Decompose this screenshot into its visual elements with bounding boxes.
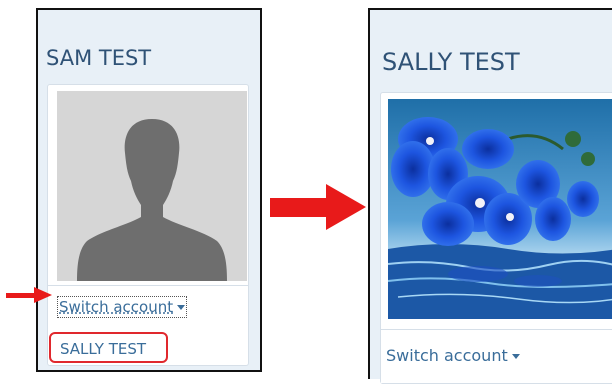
pointer-arrow-icon <box>6 287 52 303</box>
right-user-name: SALLY TEST <box>382 48 520 76</box>
left-profile-panel: SAM TEST Switch account SALLY TEST <box>36 8 262 372</box>
right-switch-account-label: Switch account <box>386 346 508 365</box>
left-switch-account-label: Switch account <box>59 298 174 316</box>
transition-arrow-icon <box>270 184 366 230</box>
alternate-account-highlight <box>49 332 168 363</box>
right-profile-panel: SALLY TEST Switch account <box>368 8 612 384</box>
left-profile-card: Switch account SALLY TEST <box>47 84 249 366</box>
right-switch-account-link[interactable]: Switch account <box>386 346 520 365</box>
left-switch-row: Switch account <box>48 285 248 327</box>
orchid-avatar-image <box>388 99 612 319</box>
left-switch-account-link[interactable]: Switch account <box>56 296 188 318</box>
right-profile-card: Switch account <box>380 92 612 384</box>
chevron-down-icon <box>177 305 186 310</box>
right-switch-row: Switch account <box>381 329 612 383</box>
chevron-down-icon <box>511 354 520 359</box>
left-user-name: SAM TEST <box>46 46 152 70</box>
default-avatar-icon <box>57 91 247 281</box>
